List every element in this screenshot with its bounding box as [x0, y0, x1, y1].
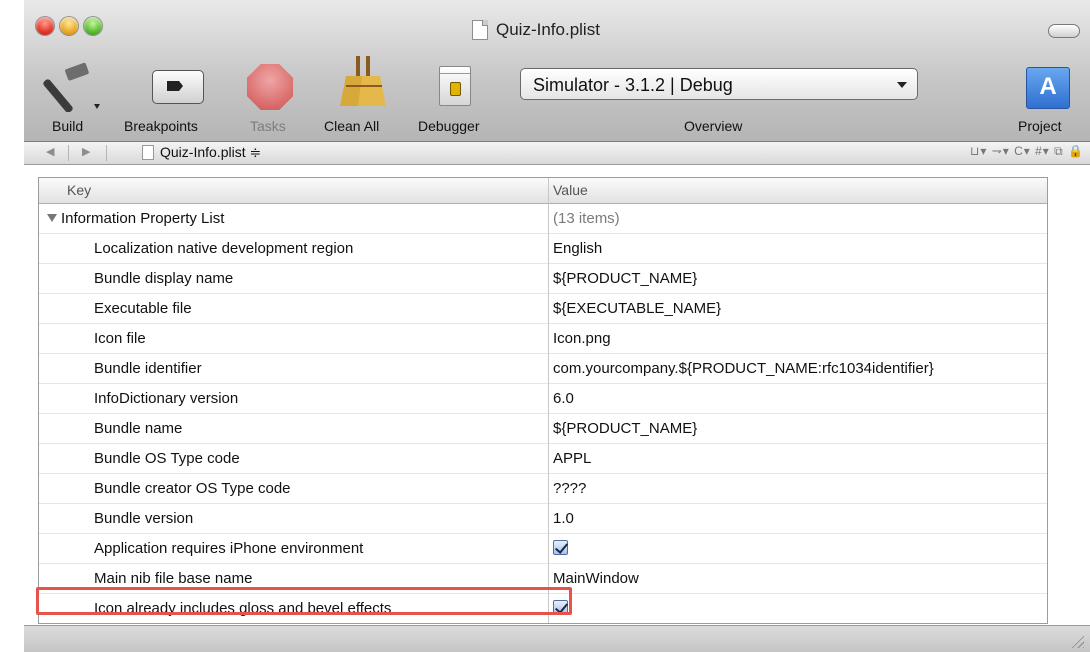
- file-icon: [142, 145, 154, 160]
- brooms-icon[interactable]: [338, 56, 388, 110]
- row-key: Bundle creator OS Type code: [94, 480, 291, 497]
- editor-controls[interactable]: ⊔▾ ⇁▾ C▾ #▾ ⧉ 🔒: [970, 144, 1084, 159]
- breakpoints-label[interactable]: Breakpoints: [124, 118, 198, 134]
- row-key: Main nib file base name: [94, 570, 253, 587]
- row-value[interactable]: 1.0: [553, 510, 574, 527]
- file-popup-label: Quiz-Info.plist ≑: [160, 144, 262, 160]
- xcode-window: Quiz-Info.plist Build Breakpoints Tasks …: [24, 0, 1090, 652]
- nav-divider: [68, 145, 69, 161]
- row-key: Localization native development region: [94, 240, 354, 257]
- value-column-header[interactable]: Value: [553, 182, 588, 198]
- table-row[interactable]: Executable file ${EXECUTABLE_NAME}: [39, 294, 1047, 324]
- clean-all-label[interactable]: Clean All: [324, 118, 379, 134]
- debugger-label[interactable]: Debugger: [418, 118, 480, 134]
- row-key: Executable file: [94, 300, 192, 317]
- close-window-button[interactable]: [36, 17, 54, 35]
- row-value[interactable]: 6.0: [553, 390, 574, 407]
- stop-tasks-icon[interactable]: [247, 64, 293, 110]
- chevron-down-icon: [897, 82, 907, 88]
- root-key: Information Property List: [47, 210, 224, 227]
- table-row-root[interactable]: Information Property List (13 items): [39, 204, 1047, 234]
- row-key: Bundle version: [94, 510, 194, 527]
- table-row[interactable]: Icon file Icon.png: [39, 324, 1047, 354]
- document-icon: [472, 20, 488, 40]
- project-label[interactable]: Project: [1018, 118, 1062, 134]
- row-value[interactable]: English: [553, 240, 602, 257]
- overview-popup[interactable]: Simulator - 3.1.2 | Debug: [520, 68, 918, 100]
- navigation-bar: ◀ ▶ Quiz-Info.plist ≑ ⊔▾ ⇁▾ C▾ #▾ ⧉ 🔒: [24, 142, 1090, 165]
- table-row[interactable]: Application requires iPhone environment: [39, 534, 1047, 564]
- row-value[interactable]: com.yourcompany.${PRODUCT_NAME:rfc1034id…: [553, 360, 934, 377]
- root-key-label: Information Property List: [61, 210, 225, 227]
- table-row[interactable]: Bundle OS Type code APPL: [39, 444, 1047, 474]
- row-value[interactable]: ${EXECUTABLE_NAME}: [553, 300, 721, 317]
- row-key: Icon file: [94, 330, 146, 347]
- column-divider[interactable]: [548, 178, 549, 623]
- plist-editor: Key Value Information Property List (13 …: [24, 165, 1090, 625]
- overview-value: Simulator - 3.1.2 | Debug: [533, 75, 733, 95]
- row-value[interactable]: MainWindow: [553, 570, 639, 587]
- breakpoints-button[interactable]: [152, 70, 204, 104]
- table-row[interactable]: Bundle creator OS Type code????: [39, 474, 1047, 504]
- back-arrow-icon[interactable]: ◀: [46, 145, 54, 158]
- table-row[interactable]: Localization native development region En…: [39, 234, 1047, 264]
- toolbar: Quiz-Info.plist Build Breakpoints Tasks …: [24, 0, 1090, 142]
- row-value[interactable]: APPL: [553, 450, 591, 467]
- table-row[interactable]: Bundle version 1.0: [39, 504, 1047, 534]
- build-label[interactable]: Build: [52, 118, 83, 134]
- checkbox[interactable]: [553, 540, 568, 555]
- zoom-window-button[interactable]: [84, 17, 102, 35]
- root-value: (13 items): [553, 210, 620, 227]
- hammer-icon[interactable]: [40, 62, 102, 112]
- rows-container: Localization native development region En…: [39, 234, 1047, 623]
- row-key: Bundle identifier: [94, 360, 202, 377]
- nav-divider: [106, 145, 107, 161]
- row-value[interactable]: Icon.png: [553, 330, 611, 347]
- project-icon[interactable]: [1026, 67, 1070, 109]
- disclosure-triangle-icon[interactable]: [47, 214, 57, 222]
- table-header: Key Value: [39, 178, 1047, 204]
- plist-table: Key Value Information Property List (13 …: [38, 177, 1048, 624]
- table-row[interactable]: Bundle name ${PRODUCT_NAME}: [39, 414, 1047, 444]
- status-bar: [24, 625, 1090, 652]
- row-value[interactable]: ${PRODUCT_NAME}: [553, 270, 697, 287]
- row-value[interactable]: ????: [553, 480, 586, 497]
- tasks-label[interactable]: Tasks: [250, 118, 286, 134]
- table-row[interactable]: Bundle display name ${PRODUCT_NAME}: [39, 264, 1047, 294]
- resize-grip-icon[interactable]: [1070, 634, 1084, 648]
- table-row[interactable]: Bundle identifier com.yourcompany.${PRODU…: [39, 354, 1047, 384]
- row-value[interactable]: ${PRODUCT_NAME}: [553, 420, 697, 437]
- row-key: InfoDictionary version: [94, 390, 239, 407]
- row-key: Bundle display name: [94, 270, 234, 287]
- row-key: Bundle OS Type code: [94, 450, 240, 467]
- row-key: Bundle name: [94, 420, 183, 437]
- overview-label: Overview: [684, 118, 743, 134]
- file-popup[interactable]: Quiz-Info.plist ≑: [142, 144, 261, 161]
- key-column-header[interactable]: Key: [67, 182, 91, 198]
- minimize-window-button[interactable]: [60, 17, 78, 35]
- window-title-text: Quiz-Info.plist: [496, 20, 600, 39]
- window-title: Quiz-Info.plist: [472, 20, 600, 40]
- forward-arrow-icon[interactable]: ▶: [82, 145, 90, 158]
- row-key: Application requires iPhone environment: [94, 540, 364, 557]
- highlight-box: [36, 587, 572, 615]
- table-row[interactable]: InfoDictionary version 6.0: [39, 384, 1047, 414]
- toolbar-toggle-button[interactable]: [1048, 24, 1080, 38]
- debugger-icon[interactable]: [439, 66, 471, 106]
